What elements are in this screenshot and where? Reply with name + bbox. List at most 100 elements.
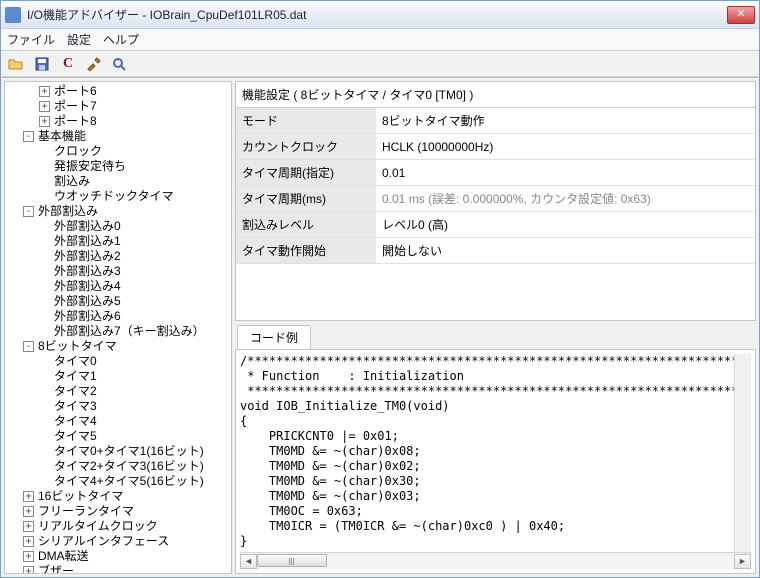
menubar: ファイル 設定 ヘルプ — [1, 29, 759, 51]
search-button[interactable] — [111, 55, 129, 73]
tree-item-label: タイマ2+タイマ3(16ビット) — [54, 459, 204, 474]
tree-item[interactable]: タイマ4 — [7, 414, 229, 429]
tree-item[interactable]: +ポート6 — [7, 84, 229, 99]
tree-item[interactable]: 外部割込み7（キー割込み） — [7, 324, 229, 339]
save-button[interactable] — [33, 55, 51, 73]
property-value[interactable]: 0.01 — [376, 160, 755, 186]
tree-item[interactable]: タイマ2+タイマ3(16ビット) — [7, 459, 229, 474]
tree-item[interactable]: タイマ0+タイマ1(16ビット) — [7, 444, 229, 459]
tree-item-label: ポート8 — [54, 114, 97, 129]
tree-item[interactable]: + DMA転送 — [7, 549, 229, 564]
window-title: I/O機能アドバイザー - IOBrain_CpuDef101LR05.dat — [27, 6, 727, 23]
open-button[interactable] — [7, 55, 25, 73]
tree-item[interactable]: 外部割込み5 — [7, 294, 229, 309]
tree-item[interactable]: + フリーランタイマ — [7, 504, 229, 519]
scroll-track[interactable] — [257, 554, 734, 569]
scroll-right-button[interactable]: ► — [734, 554, 751, 569]
tree-panel[interactable]: +ポート6+ポート7+ポート8-基本機能クロック発振安定待ち割込みウオッチドック… — [4, 81, 232, 574]
scroll-left-button[interactable]: ◄ — [240, 554, 257, 569]
tree-item[interactable]: + ポート8 — [7, 114, 229, 129]
tree-item[interactable]: -8ビットタイマ — [7, 339, 229, 354]
close-button[interactable]: ✕ — [727, 6, 755, 24]
property-table: モード8ビットタイマ動作カウントクロックHCLK (10000000Hz)タイマ… — [236, 108, 755, 264]
code-box: /***************************************… — [235, 349, 756, 574]
property-value[interactable]: レベル0 (高) — [376, 212, 755, 238]
property-row[interactable]: タイマ周期(指定)0.01 — [236, 160, 755, 186]
expand-icon[interactable]: + — [23, 506, 34, 517]
tree-item[interactable]: ウオッチドックタイマ — [7, 189, 229, 204]
property-row[interactable]: モード8ビットタイマ動作 — [236, 108, 755, 134]
tree-item[interactable]: + ブザー — [7, 564, 229, 574]
menu-help[interactable]: ヘルプ — [103, 31, 139, 48]
tree-item[interactable]: 外部割込み3 — [7, 264, 229, 279]
code-vscrollbar[interactable] — [734, 354, 751, 552]
expand-icon[interactable]: + — [23, 536, 34, 547]
tree-item[interactable]: +シリアルインタフェース — [7, 534, 229, 549]
expand-icon[interactable]: + — [23, 521, 34, 532]
tree-item[interactable]: タイマ5 — [7, 429, 229, 444]
property-value[interactable]: 8ビットタイマ動作 — [376, 108, 755, 134]
tree-item-label: 8ビットタイマ — [38, 339, 117, 354]
scroll-thumb[interactable] — [257, 554, 327, 567]
collapse-icon[interactable]: - — [23, 131, 34, 142]
expand-icon[interactable]: + — [23, 566, 34, 574]
collapse-icon[interactable]: - — [23, 341, 34, 352]
tree-item-label: 割込み — [54, 174, 90, 189]
app-icon — [5, 7, 21, 23]
property-value[interactable]: HCLK (10000000Hz) — [376, 134, 755, 160]
tree-item[interactable]: 発振安定待ち — [7, 159, 229, 174]
property-row[interactable]: 割込みレベルレベル0 (高) — [236, 212, 755, 238]
property-row[interactable]: タイマ動作開始開始しない — [236, 238, 755, 264]
tree-item-label: タイマ2 — [54, 384, 97, 399]
code-text[interactable]: /***************************************… — [240, 354, 734, 552]
tree-item[interactable]: タイマ2 — [7, 384, 229, 399]
tree-item-label: 外部割込み4 — [54, 279, 121, 294]
tree-item[interactable]: +リアルタイムクロック — [7, 519, 229, 534]
tree-item-label: 外部割込み7（キー割込み） — [54, 324, 205, 339]
folder-open-icon — [8, 57, 24, 71]
tree-item[interactable]: タイマ4+タイマ5(16ビット) — [7, 474, 229, 489]
expand-icon[interactable]: + — [23, 491, 34, 502]
expand-icon[interactable]: + — [23, 551, 34, 562]
collapse-icon[interactable]: - — [23, 206, 34, 217]
property-row[interactable]: カウントクロックHCLK (10000000Hz) — [236, 134, 755, 160]
tree-item[interactable]: +16ビットタイマ — [7, 489, 229, 504]
titlebar[interactable]: I/O機能アドバイザー - IOBrain_CpuDef101LR05.dat … — [1, 1, 759, 29]
tree-item[interactable]: 外部割込み6 — [7, 309, 229, 324]
code-hscrollbar[interactable]: ◄ ► — [240, 552, 751, 569]
property-value[interactable]: 開始しない — [376, 238, 755, 264]
tab-row: コード例 — [235, 327, 756, 349]
menu-settings[interactable]: 設定 — [67, 31, 91, 48]
c-button[interactable]: C — [59, 55, 77, 73]
tree-item[interactable]: 外部割込み0 — [7, 219, 229, 234]
tree-item-label: フリーランタイマ — [38, 504, 134, 519]
tree-item[interactable]: -基本機能 — [7, 129, 229, 144]
expand-icon[interactable]: + — [39, 86, 50, 97]
tree-item-label: タイマ4+タイマ5(16ビット) — [54, 474, 204, 489]
search-icon — [112, 57, 128, 71]
tree-item-label: タイマ0 — [54, 354, 97, 369]
tools-button[interactable] — [85, 55, 103, 73]
tree-item[interactable]: 外部割込み1 — [7, 234, 229, 249]
property-row[interactable]: タイマ周期(ms)0.01 ms (誤差: 0.000000%, カウンタ設定値… — [236, 186, 755, 212]
tree-item-label: ブザー — [38, 564, 74, 574]
expand-icon[interactable]: + — [39, 116, 50, 127]
property-value[interactable]: 0.01 ms (誤差: 0.000000%, カウンタ設定値: 0x63) — [376, 186, 755, 212]
save-icon — [35, 57, 49, 71]
menu-file[interactable]: ファイル — [7, 31, 55, 48]
tree-item[interactable]: 割込み — [7, 174, 229, 189]
tree-item[interactable]: -外部割込み — [7, 204, 229, 219]
property-grid: 機能設定 ( 8ビットタイマ / タイマ0 [TM0] ) モード8ビットタイマ… — [235, 81, 756, 321]
tree-item[interactable]: タイマ1 — [7, 369, 229, 384]
tree-item[interactable]: クロック — [7, 144, 229, 159]
expand-icon[interactable]: + — [39, 101, 50, 112]
tree-item-label: DMA転送 — [38, 549, 89, 564]
tree-item[interactable]: タイマ3 — [7, 399, 229, 414]
tree-item[interactable]: +ポート7 — [7, 99, 229, 114]
tab-code-example[interactable]: コード例 — [237, 325, 311, 349]
tree-item[interactable]: 外部割込み4 — [7, 279, 229, 294]
tree-item-label: ウオッチドックタイマ — [54, 189, 174, 204]
property-key: 割込みレベル — [236, 212, 376, 238]
tree-item[interactable]: タイマ0 — [7, 354, 229, 369]
tree-item[interactable]: 外部割込み2 — [7, 249, 229, 264]
